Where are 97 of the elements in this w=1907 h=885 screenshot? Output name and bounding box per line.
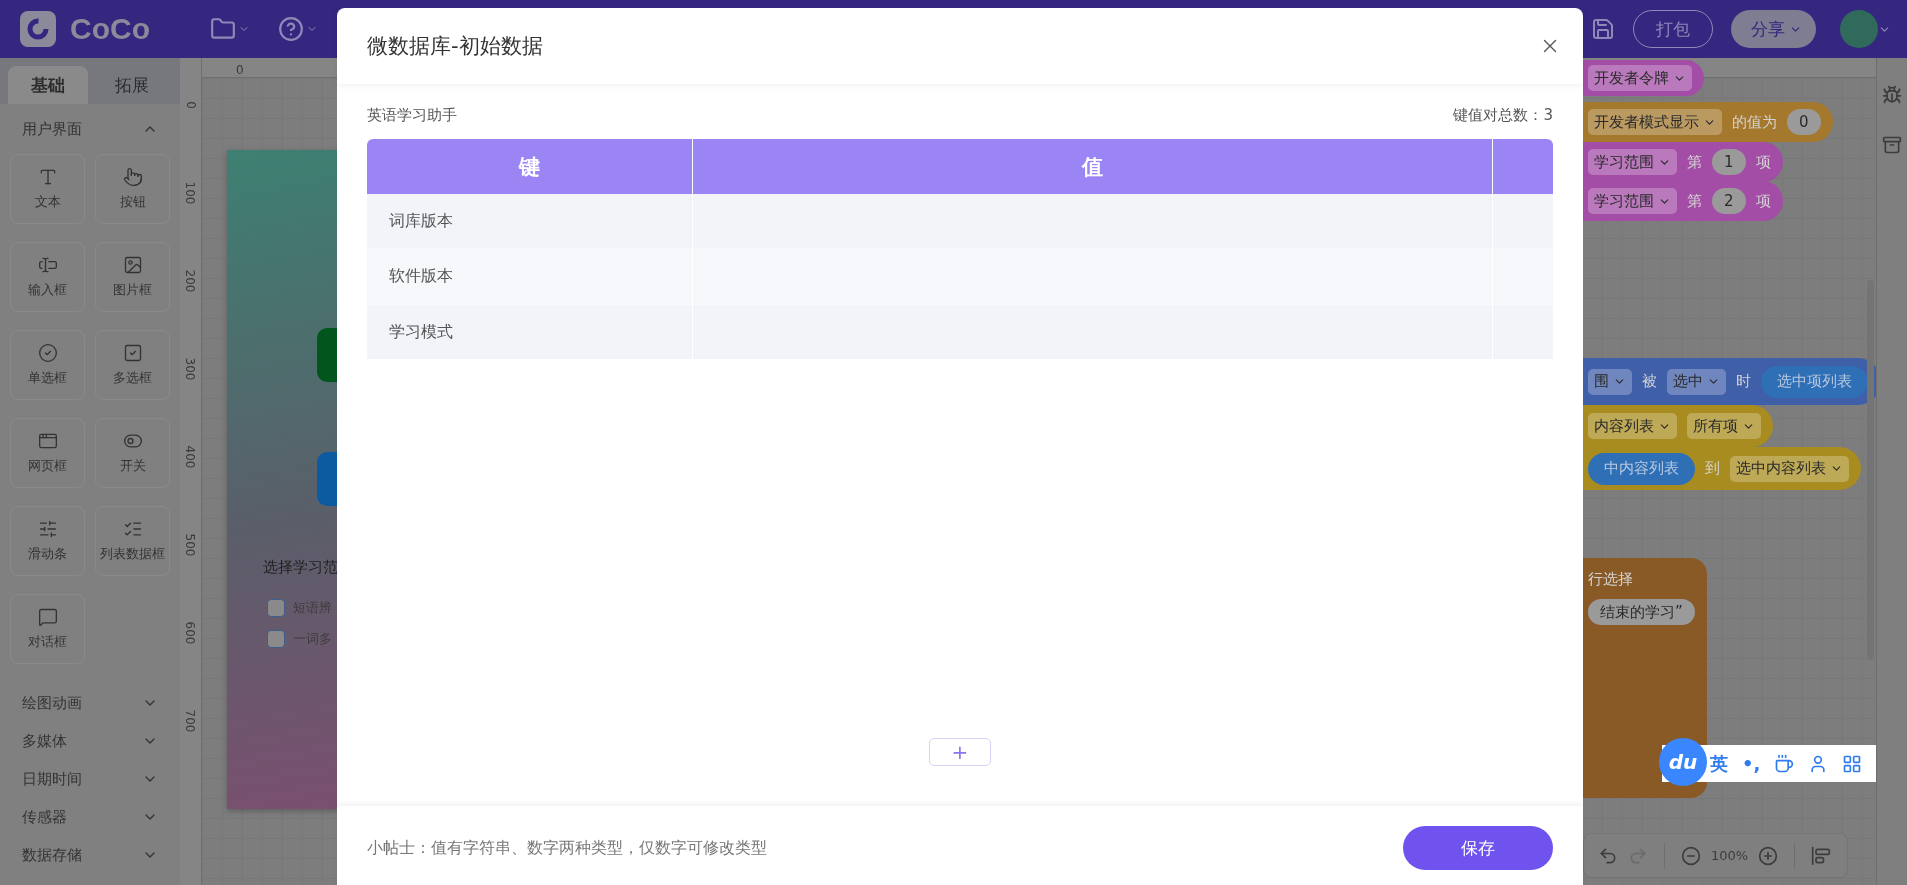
component-item[interactable]: 单选框 [10,330,85,400]
tip-text: 小帖士：值有字符串、数字两种类型，仅数字可修改类型 [367,837,767,859]
column-header: 值 [693,139,1493,194]
block-value[interactable]: 1 [1712,149,1746,175]
block-label: 到 [1705,459,1720,478]
ruler-number: 400 [183,445,198,469]
block-label: 第 [1687,152,1702,172]
ruler-number: 0 [236,63,244,77]
check-circle-icon [37,343,58,363]
ruler-number: 100 [183,181,198,205]
section-header[interactable]: 传感器 [0,798,180,836]
save-button[interactable]: 保存 [1403,826,1553,870]
zoom-out-icon[interactable] [1681,845,1701,866]
block-value[interactable]: 0 [1787,109,1821,135]
logo-icon [20,11,56,47]
block-dropdown[interactable]: 开发者令牌 [1588,65,1692,91]
add-button[interactable]: + [929,738,991,766]
component-item[interactable]: 列表数据框 [95,506,170,576]
dialog-title: 微数据库-初始数据 [367,33,543,60]
block-dropdown[interactable]: 学习范围 [1588,149,1677,175]
block-dropdown[interactable]: 开发者模式显示 [1588,109,1722,135]
block-dropdown[interactable]: 所有项 [1687,413,1761,439]
text-cursor-icon [37,255,58,275]
pointer-icon [122,167,143,187]
block-label: 项 [1755,152,1771,172]
pair-count: 键值对总数：3 [1453,106,1553,125]
sliders-icon [37,519,58,539]
window-icon [37,431,58,451]
table-row[interactable]: 词库版本 [367,194,1553,248]
avatar[interactable] [1840,10,1878,48]
section-header[interactable]: 绘图动画 [0,684,180,722]
database-name: 英语学习助手 [367,106,457,125]
cup-icon[interactable] [1774,753,1795,774]
block-dropdown[interactable]: 围 [1588,368,1632,395]
section-header[interactable]: 多媒体 [0,722,180,760]
help-menu-icon[interactable] [278,16,318,42]
component-item[interactable]: 图片框 [95,242,170,312]
component-item[interactable]: 滑动条 [10,506,85,576]
block-dropdown[interactable]: 学习范围 [1588,188,1677,214]
grid-icon[interactable] [1842,753,1863,774]
ruler-number: 0 [183,101,198,109]
block-label: 被 [1642,372,1657,391]
share-button[interactable]: 分享 [1731,10,1816,48]
column-header [1493,139,1553,194]
zoom-reading: 100% [1711,848,1749,863]
checkbox[interactable] [267,599,285,617]
block-reporter[interactable]: 选中项列表 [1761,365,1868,398]
key-cell[interactable]: 学习模式 [367,305,693,359]
section-header[interactable]: 用户界面 [0,104,180,154]
chat-icon [37,607,58,627]
sidebar-tab[interactable]: 基础 [8,66,88,104]
block-dropdown[interactable]: 选中 [1667,368,1726,395]
scrollbar[interactable] [1867,280,1874,660]
component-item[interactable]: 开关 [95,418,170,488]
logo-text: CoCo [70,12,150,46]
checkbox[interactable] [267,630,285,648]
check-square-icon [122,343,143,363]
component-item[interactable]: 按钮 [95,154,170,224]
ruler-number: 600 [183,621,198,645]
save-icon[interactable] [1591,17,1615,41]
ruler-number: 700 [183,709,198,733]
align-icon[interactable] [1811,845,1832,866]
block-value[interactable]: 结束的学习” [1588,599,1695,625]
block-dropdown[interactable]: 内容列表 [1588,413,1677,439]
table-row[interactable]: 学习模式 [367,305,1553,359]
block-label: 的值为 [1732,112,1777,132]
stage-button[interactable] [317,452,339,506]
box-icon[interactable] [1882,135,1902,155]
table-row[interactable]: 软件版本 [367,248,1553,305]
file-menu-icon[interactable] [210,16,250,42]
block-value[interactable]: 2 [1712,188,1746,214]
block-label: 第 [1687,191,1702,211]
ruler-number: 200 [183,269,198,293]
component-item[interactable]: 文本 [10,154,85,224]
undo-icon[interactable] [1598,845,1618,866]
sidebar-tab[interactable]: 拓展 [92,66,172,104]
block-label: 时 [1736,372,1751,391]
section-header[interactable]: 数据存储 [0,836,180,874]
component-item[interactable]: 多选框 [95,330,170,400]
image-icon [122,255,143,275]
ruler-number: 500 [183,533,198,557]
ruler-number: 300 [183,357,198,381]
component-item[interactable]: 输入框 [10,242,85,312]
zoom-in-icon[interactable] [1758,845,1779,866]
block-label: 项 [1755,191,1771,211]
component-item[interactable]: 网页框 [10,418,85,488]
stage-button[interactable] [317,328,339,382]
ime-punctuation[interactable]: •, [1742,753,1761,774]
column-header: 键 [367,139,693,194]
bug-icon[interactable] [1882,85,1902,105]
ime-mode[interactable]: 英 [1710,751,1728,776]
block-dropdown[interactable]: 选中内容列表 [1730,455,1849,482]
section-header[interactable]: 日期时间 [0,760,180,798]
stage-label: 选择学习范 [263,558,338,577]
block-reporter[interactable]: 中内容列表 [1588,452,1695,485]
block-label: 行选择 [1588,570,1633,589]
component-item[interactable]: 对话框 [10,594,85,664]
